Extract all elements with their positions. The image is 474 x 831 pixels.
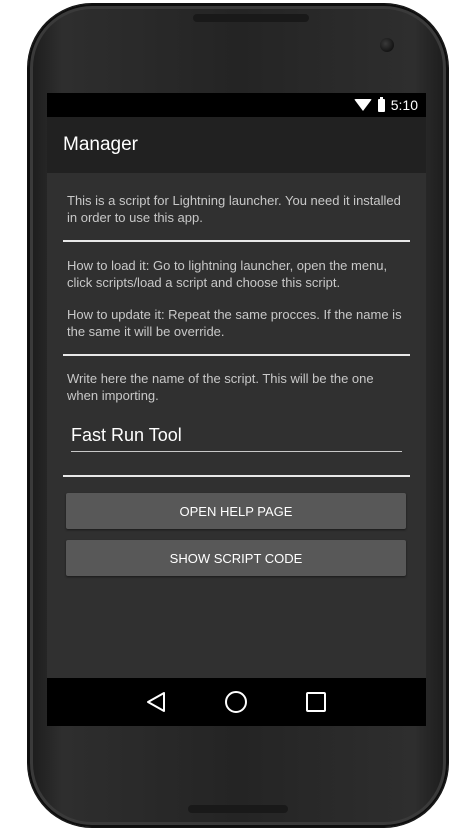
intro-text: This is a script for Lightning launcher.… [67, 193, 401, 225]
script-name-label: Write here the name of the script. This … [67, 371, 374, 403]
device-screen: 5:10 Manager This is a script for Lightn… [47, 93, 426, 726]
app-bar: Manager [47, 117, 426, 173]
divider [63, 354, 410, 356]
show-script-code-button[interactable]: SHOW SCRIPT CODE [66, 540, 406, 576]
script-name-field [71, 421, 402, 452]
wifi-icon [353, 99, 372, 111]
recents-icon[interactable] [306, 692, 326, 712]
main-content: This is a script for Lightning launcher.… [63, 173, 410, 576]
update-instructions: How to update it: Repeat the same procce… [67, 307, 402, 339]
divider [63, 475, 410, 477]
app-title: Manager [63, 134, 138, 155]
load-instructions: How to load it: Go to lightning launcher… [67, 258, 388, 290]
front-camera [380, 38, 394, 52]
script-name-input[interactable] [71, 425, 391, 446]
status-time: 5:10 [390, 97, 418, 113]
home-icon[interactable] [225, 691, 247, 713]
divider [63, 240, 410, 242]
status-bar: 5:10 [47, 93, 426, 117]
earpiece-grille [193, 14, 309, 22]
open-help-page-button[interactable]: OPEN HELP PAGE [66, 493, 406, 529]
status-icons: 5:10 [353, 93, 418, 117]
navigation-bar [47, 678, 426, 726]
speaker-grille [188, 805, 288, 813]
back-icon[interactable] [145, 691, 167, 713]
battery-icon [377, 96, 385, 112]
